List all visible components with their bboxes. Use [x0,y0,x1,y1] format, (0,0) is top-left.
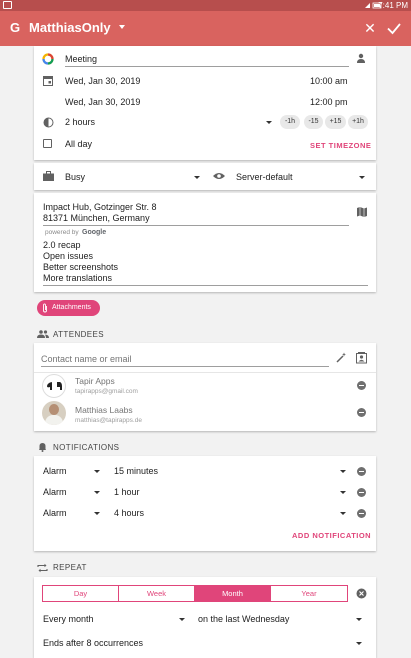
attendees-section-title: ATTENDEES [53,330,105,339]
clear-repeat-icon[interactable] [356,588,367,599]
event-card: Meeting Wed, Jan 30, 2019 10:00 am Wed, … [34,46,376,160]
person-icon[interactable] [356,53,366,63]
notification-type-select[interactable]: Alarm [43,465,67,477]
check-icon[interactable] [385,19,403,37]
notification-time-dropdown-icon[interactable] [340,491,346,494]
all-day-checkbox[interactable] [43,139,52,148]
location-line-2[interactable]: 81371 München, Germany [43,212,150,224]
end-time[interactable]: 12:00 pm [310,96,348,108]
notification-time-select[interactable]: 4 hours [114,507,144,519]
remove-notification-icon[interactable] [357,467,366,476]
avatar [42,401,66,425]
repeat-rule-dropdown-icon[interactable] [356,618,362,621]
attendee-search-input[interactable]: Contact name or email [41,353,132,365]
remove-attendee-icon[interactable] [357,408,366,417]
repeat-section-title: REPEAT [53,563,87,572]
remove-notification-icon[interactable] [357,488,366,497]
description-line-4[interactable]: More translations [43,272,112,284]
attendee-divider [34,372,376,373]
bell-icon [39,443,46,452]
notification-type-select[interactable]: Alarm [43,486,67,498]
notification-icon [3,1,12,9]
notification-time-select[interactable]: 1 hour [114,486,140,498]
start-time[interactable]: 10:00 am [310,75,348,87]
tab-day[interactable]: Day [42,585,119,602]
attendee-email: tapirapps@gmail.com [75,388,138,395]
clock: 7:41 PM [378,1,408,10]
remove-notification-icon[interactable] [357,509,366,518]
map-icon[interactable] [357,207,367,217]
attachments-label: Attachments [52,304,91,311]
tab-year[interactable]: Year [270,585,348,602]
duration-dropdown-icon[interactable] [266,121,272,124]
title-underline [65,66,349,67]
location-underline [43,225,349,226]
all-day-label: All day [65,139,93,149]
calendar-icon [43,76,53,86]
color-wheel-icon[interactable] [42,53,54,65]
repeat-rule-select[interactable]: on the last Wednesday [198,613,289,625]
visibility-select[interactable]: Server-default [236,171,293,183]
chevron-down-icon[interactable] [119,25,125,29]
powered-by-label: powered by [45,229,79,236]
notification-type-dropdown-icon[interactable] [94,512,100,515]
avatar [42,374,66,398]
notification-type-dropdown-icon[interactable] [94,491,100,494]
visibility-dropdown-icon[interactable] [359,176,365,179]
set-timezone-button[interactable]: SET TIMEZONE [310,141,371,151]
person-photo [49,404,59,415]
duration-select[interactable]: 2 hours [65,116,95,128]
repeat-frequency-dropdown-icon[interactable] [179,618,185,621]
magic-wand-icon[interactable] [336,352,347,363]
account-selector[interactable]: MatthiasOnly [29,20,111,36]
location-card: Impact Hub, Gotzinger Str. 8 81371 Münch… [34,193,376,292]
availability-card: Busy Server-default [34,163,376,190]
plus-15-button[interactable]: +15 [325,115,346,129]
availability-dropdown-icon[interactable] [194,176,200,179]
attachments-button[interactable]: Attachments [37,300,100,316]
plus-1h-button[interactable]: +1h [348,115,368,129]
paperclip-icon [43,303,47,313]
attendee-email: matthias@tapirapps.de [75,417,142,424]
timer-icon [43,117,54,128]
notification-type-select[interactable]: Alarm [43,507,67,519]
availability-select[interactable]: Busy [65,171,85,183]
briefcase-icon [43,171,54,181]
attendee-input-underline [41,366,329,367]
repeat-ends-dropdown-icon[interactable] [356,642,362,645]
end-date[interactable]: Wed, Jan 30, 2019 [65,96,140,108]
start-date[interactable]: Wed, Jan 30, 2019 [65,75,140,87]
minus-15-button[interactable]: -15 [304,115,323,129]
repeat-frequency-select[interactable]: Every month [43,613,94,625]
person-photo-body [45,415,63,425]
add-notification-button[interactable]: ADD NOTIFICATION [292,531,371,541]
notifications-card: Alarm 15 minutes Alarm 1 hour Alarm 4 ho… [34,456,376,551]
tab-month[interactable]: Month [194,585,271,602]
minus-1h-button[interactable]: -1h [280,115,300,129]
attendees-card: Contact name or email Tapir Apps tapirap… [34,343,376,431]
notification-time-select[interactable]: 15 minutes [114,465,158,477]
google-account-icon: G [10,20,21,35]
google-logo: Google [82,229,107,236]
repeat-icon [37,563,48,573]
notifications-section-title: NOTIFICATIONS [53,443,120,452]
description-underline [43,285,368,286]
event-title-field[interactable]: Meeting [65,53,97,65]
app-bar: G MatthiasOnly ✕ [0,11,411,46]
close-icon[interactable]: ✕ [362,19,378,37]
status-bar: 7:41 PM [0,0,411,11]
tab-week[interactable]: Week [118,585,195,602]
notification-type-dropdown-icon[interactable] [94,470,100,473]
remove-attendee-icon[interactable] [357,381,366,390]
repeat-card: Day Week Month Year Every month on the l… [34,577,376,658]
contacts-icon[interactable] [356,352,367,364]
notification-time-dropdown-icon[interactable] [340,470,346,473]
repeat-ends-select[interactable]: Ends after 8 occurrences [43,637,143,649]
people-icon [37,330,49,338]
notification-time-dropdown-icon[interactable] [340,512,346,515]
eye-icon [213,173,225,179]
tapir-logo-icon [47,382,62,390]
